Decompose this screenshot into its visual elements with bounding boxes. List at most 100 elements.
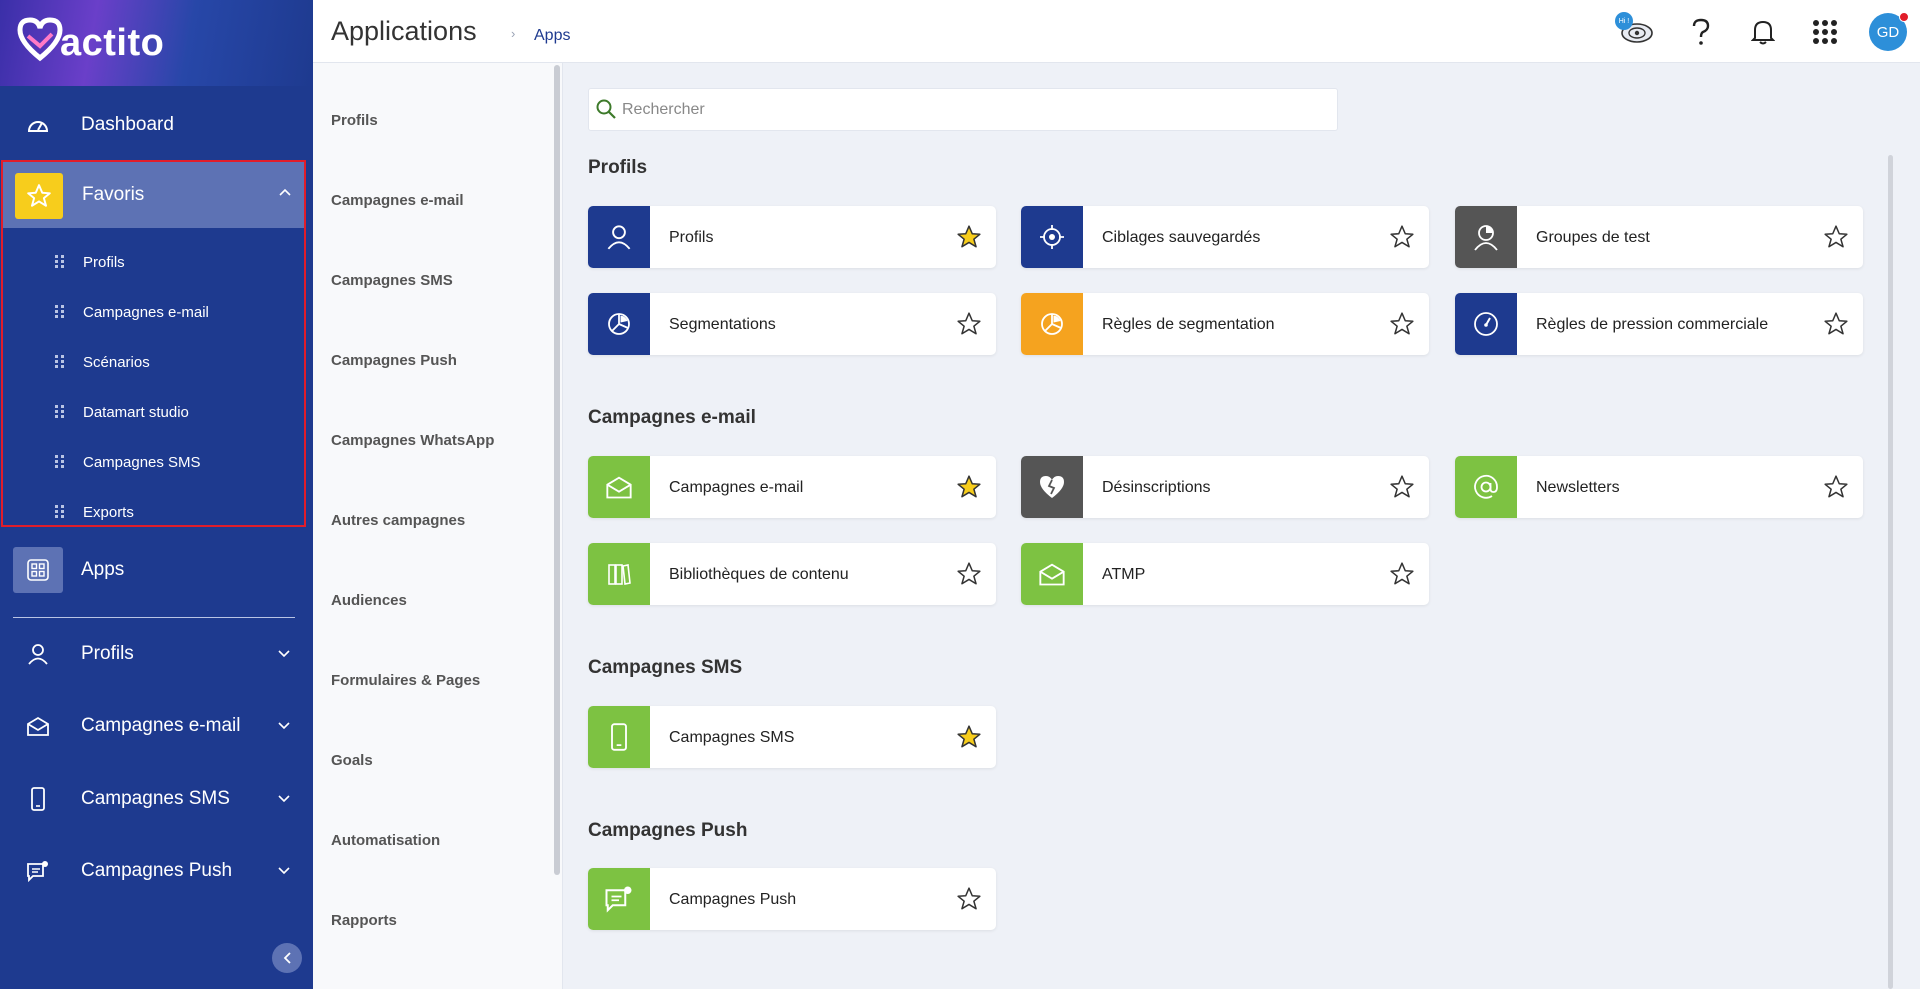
breadcrumb-apps[interactable]: Apps xyxy=(534,27,570,45)
gauge-icon xyxy=(1455,293,1517,355)
category-item[interactable]: Audiences xyxy=(331,592,407,609)
favorite-star-icon[interactable] xyxy=(956,224,982,250)
sidebar-section-campagnes-push[interactable]: Campagnes Push xyxy=(0,842,313,900)
sidebar-section-campagnes-sms[interactable]: Campagnes SMS xyxy=(0,770,313,828)
sidebar: actito Dashboard Favoris Profils Campagn… xyxy=(0,0,313,989)
app-card-label: Bibliothèques de contenu xyxy=(669,566,849,583)
app-card-bibliotheques-de-contenu[interactable]: Bibliothèques de contenu xyxy=(588,543,996,605)
category-item[interactable]: Rapports xyxy=(331,912,397,929)
app-card-label: Ciblages sauvegardés xyxy=(1102,229,1261,246)
drag-handle-icon[interactable] xyxy=(55,455,65,469)
app-card-label: Groupes de test xyxy=(1536,229,1650,246)
app-card-ciblages-sauvegardes[interactable]: Ciblages sauvegardés xyxy=(1021,206,1429,268)
app-launcher-grid-icon[interactable] xyxy=(1805,12,1845,52)
sidebar-section-campagnes-email[interactable]: Campagnes e-mail xyxy=(0,697,313,755)
favoris-item-label: Exports xyxy=(83,504,134,521)
bell-icon[interactable] xyxy=(1743,12,1783,52)
favoris-item-exports[interactable]: Exports xyxy=(3,489,304,539)
app-card-label: Campagnes Push xyxy=(669,891,797,908)
app-card-label: Désinscriptions xyxy=(1102,479,1211,496)
category-item[interactable]: Profils xyxy=(331,112,378,129)
category-item[interactable]: Automatisation xyxy=(331,832,440,849)
section-title: Profils xyxy=(588,157,648,178)
favorite-star-icon[interactable] xyxy=(956,474,982,500)
phone-icon xyxy=(588,706,650,768)
favorite-star-icon[interactable] xyxy=(956,886,982,912)
breadcrumb-separator-icon: › xyxy=(511,26,516,41)
main-scrollbar[interactable] xyxy=(1888,155,1893,989)
sidebar-item-label: Apps xyxy=(81,559,125,580)
category-item[interactable]: Campagnes WhatsApp xyxy=(331,432,494,449)
section-title: Campagnes e-mail xyxy=(588,407,756,428)
drag-handle-icon[interactable] xyxy=(55,405,65,419)
category-item[interactable]: Formulaires & Pages xyxy=(331,672,480,689)
favoris-item-profils[interactable]: Profils xyxy=(3,239,304,289)
app-card-regles-de-segmentation[interactable]: Règles de segmentation xyxy=(1021,293,1429,355)
app-card-label: Campagnes SMS xyxy=(669,729,795,746)
app-card-campagnes-sms[interactable]: Campagnes SMS xyxy=(588,706,996,768)
app-card-label: Segmentations xyxy=(669,316,776,333)
category-item[interactable]: Campagnes SMS xyxy=(331,272,453,289)
app-card-desinscriptions[interactable]: Désinscriptions xyxy=(1021,456,1429,518)
logo[interactable]: actito xyxy=(0,0,313,86)
favorite-star-icon[interactable] xyxy=(1389,474,1415,500)
favoris-section: Favoris Profils Campagnes e-mail Scénari… xyxy=(1,160,306,527)
favorite-star-icon[interactable] xyxy=(956,724,982,750)
chevron-down-icon xyxy=(278,650,290,658)
favoris-item-campagnes-email[interactable]: Campagnes e-mail xyxy=(3,289,304,339)
favorite-star-icon[interactable] xyxy=(1389,224,1415,250)
star-icon xyxy=(15,173,63,219)
search-input[interactable] xyxy=(622,97,1322,123)
favorite-star-icon[interactable] xyxy=(1823,311,1849,337)
drag-handle-icon[interactable] xyxy=(55,505,65,519)
category-item[interactable]: Autres campagnes xyxy=(331,512,465,529)
envelope-icon xyxy=(24,712,52,740)
favorite-star-icon[interactable] xyxy=(956,561,982,587)
hi-badge: Hi ! xyxy=(1615,12,1633,30)
section-title: Campagnes SMS xyxy=(588,657,743,678)
favorite-star-icon[interactable] xyxy=(1823,224,1849,250)
pie-icon xyxy=(588,293,650,355)
help-icon[interactable] xyxy=(1681,12,1721,52)
favoris-item-scenarios[interactable]: Scénarios xyxy=(3,339,304,389)
sidebar-item-label: Favoris xyxy=(82,184,145,205)
favorite-star-icon[interactable] xyxy=(1389,561,1415,587)
app-card-segmentations[interactable]: Segmentations xyxy=(588,293,996,355)
favoris-item-label: Scénarios xyxy=(83,354,150,371)
app-card-regles-de-pression-commerciale[interactable]: Règles de pression commerciale xyxy=(1455,293,1863,355)
apps-grid-icon xyxy=(13,547,63,593)
category-item[interactable]: Goals xyxy=(331,752,373,769)
drag-handle-icon[interactable] xyxy=(55,305,65,319)
app-card-profils[interactable]: Profils xyxy=(588,206,996,268)
favorite-star-icon[interactable] xyxy=(1389,311,1415,337)
target-icon xyxy=(1021,206,1083,268)
broken-heart-icon xyxy=(1021,456,1083,518)
at-icon xyxy=(1455,456,1517,518)
library-icon xyxy=(588,543,650,605)
logo-text: actito xyxy=(60,22,165,64)
app-card-campagnes-push[interactable]: Campagnes Push xyxy=(588,868,996,930)
drag-handle-icon[interactable] xyxy=(55,255,65,269)
app-card-groupes-de-test[interactable]: Groupes de test xyxy=(1455,206,1863,268)
favorite-star-icon[interactable] xyxy=(956,311,982,337)
drag-handle-icon[interactable] xyxy=(55,355,65,369)
favoris-item-campagnes-sms[interactable]: Campagnes SMS xyxy=(3,439,304,489)
sidebar-item-label: Dashboard xyxy=(81,114,174,135)
person-icon xyxy=(588,206,650,268)
category-scrollbar[interactable] xyxy=(554,65,560,875)
sidebar-item-label: Profils xyxy=(81,643,134,664)
sidebar-item-favoris[interactable]: Favoris xyxy=(3,162,304,228)
sidebar-item-dashboard[interactable]: Dashboard xyxy=(0,96,313,154)
category-item[interactable]: Campagnes Push xyxy=(331,352,457,369)
app-card-campagnes-email[interactable]: Campagnes e-mail xyxy=(588,456,996,518)
app-card-newsletters[interactable]: Newsletters xyxy=(1455,456,1863,518)
favoris-item-datamart-studio[interactable]: Datamart studio xyxy=(3,389,304,439)
collapse-sidebar-button[interactable] xyxy=(272,943,302,973)
app-card-label: Campagnes e-mail xyxy=(669,479,804,496)
app-card-atmp[interactable]: ATMP xyxy=(1021,543,1429,605)
category-item[interactable]: Campagnes e-mail xyxy=(331,192,464,209)
favorite-star-icon[interactable] xyxy=(1823,474,1849,500)
sidebar-section-profils[interactable]: Profils xyxy=(0,625,313,683)
chevron-left-icon xyxy=(283,952,291,964)
sidebar-item-apps[interactable]: Apps xyxy=(0,539,313,601)
